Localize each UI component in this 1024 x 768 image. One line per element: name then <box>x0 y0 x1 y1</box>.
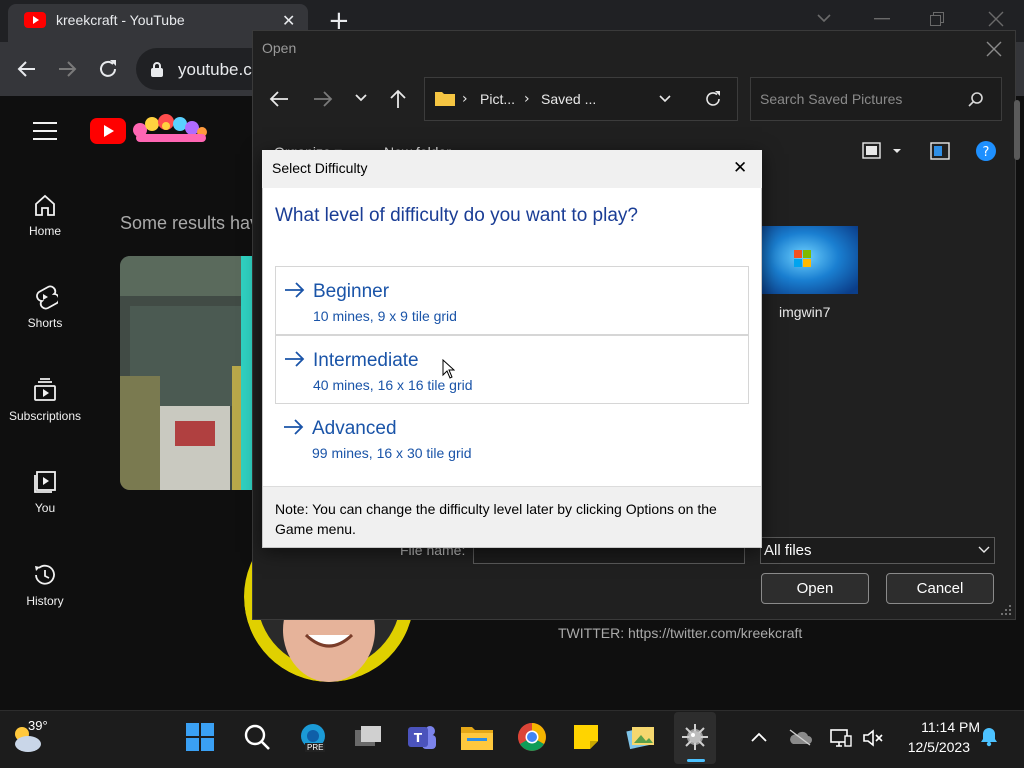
lock-icon[interactable] <box>150 61 164 77</box>
reload-icon[interactable] <box>96 57 120 81</box>
video-thumbnail-edge <box>241 256 252 490</box>
youtube-logo-icon[interactable] <box>90 118 126 144</box>
search-icon[interactable] <box>968 91 984 107</box>
breadcrumb-separator-icon: › <box>524 91 530 107</box>
nav-you[interactable]: You <box>0 469 90 515</box>
arrow-right-icon <box>285 351 305 367</box>
option-advanced[interactable]: Advanced 99 mines, 16 x 30 tile grid <box>275 404 749 473</box>
menu-icon[interactable] <box>32 121 58 141</box>
option-intermediate-label: Intermediate <box>313 350 419 371</box>
nav-you-label: You <box>34 501 56 515</box>
show-hidden-icons-icon[interactable] <box>751 731 767 743</box>
shorts-icon <box>36 285 58 310</box>
nav-subscriptions[interactable]: Subscriptions <box>0 377 90 423</box>
nav-history[interactable]: History <box>0 562 90 608</box>
open-back-icon[interactable] <box>268 89 290 109</box>
youtube-favicon-icon <box>24 12 46 28</box>
arrow-right-icon <box>285 282 305 298</box>
home-icon <box>35 194 55 216</box>
minimize-icon[interactable] <box>874 18 890 20</box>
option-intermediate-detail: 40 mines, 16 x 16 tile grid <box>313 377 473 393</box>
youtube-doodle-icon[interactable] <box>130 110 210 144</box>
file-thumbnail[interactable] <box>760 226 858 294</box>
file-name-label[interactable]: imgwin7 <box>779 304 830 320</box>
close-window-icon[interactable] <box>988 11 1004 27</box>
mouse-cursor-icon <box>442 359 455 379</box>
you-icon <box>34 471 56 493</box>
history-icon <box>35 564 55 585</box>
nav-home[interactable]: Home <box>0 192 90 238</box>
weather-temp[interactable]: 39° <box>28 718 48 733</box>
option-advanced-label: Advanced <box>312 418 397 439</box>
file-type-value: All files <box>764 542 812 559</box>
open-forward-icon[interactable] <box>312 89 334 109</box>
breadcrumb-pictures[interactable]: Pict... <box>480 91 515 107</box>
file-type-chevron-icon[interactable] <box>978 546 990 554</box>
clock-time[interactable]: 11:14 PM <box>890 719 980 735</box>
close-tab-icon[interactable]: ✕ <box>282 11 295 30</box>
open-dialog-title: Open <box>262 40 297 56</box>
subscriptions-icon <box>34 378 56 401</box>
browser-tab-title: kreekcraft - YouTube <box>56 12 185 28</box>
start-button-icon[interactable] <box>180 717 220 757</box>
file-explorer-icon[interactable] <box>457 717 497 757</box>
option-intermediate[interactable]: Intermediate 40 mines, 16 x 16 tile grid <box>275 335 749 404</box>
option-beginner-label: Beginner <box>313 281 390 302</box>
resize-grip-icon[interactable] <box>1000 604 1012 616</box>
recent-locations-icon[interactable] <box>354 92 368 104</box>
back-arrow-icon[interactable] <box>16 58 38 80</box>
difficulty-dialog-title: Select Difficulty <box>272 160 368 176</box>
cancel-button[interactable]: Cancel <box>886 573 994 604</box>
task-view-icon[interactable] <box>348 717 388 757</box>
pre-badge: PRE <box>305 743 326 752</box>
onedrive-icon[interactable] <box>788 728 812 746</box>
search-taskbar-icon[interactable] <box>237 717 277 757</box>
svg-text:?: ? <box>983 145 990 160</box>
option-beginner-detail: 10 mines, 9 x 9 tile grid <box>313 308 457 324</box>
address-bar-url: youtube.c <box>178 60 252 79</box>
difficulty-heading: What level of difficulty do you want to … <box>275 205 638 226</box>
restore-icon[interactable] <box>930 12 944 26</box>
nav-shorts[interactable]: Shorts <box>0 284 90 330</box>
option-beginner[interactable]: Beginner 10 mines, 9 x 9 tile grid <box>275 266 749 335</box>
help-icon[interactable]: ? <box>976 141 996 161</box>
forward-arrow-icon[interactable] <box>56 58 78 80</box>
network-icon[interactable] <box>830 728 852 748</box>
minesweeper-icon[interactable] <box>675 717 715 757</box>
breadcrumb-saved-pictures[interactable]: Saved ... <box>541 91 596 107</box>
notifications-bell-icon[interactable] <box>980 727 998 747</box>
nav-home-label: Home <box>28 224 61 238</box>
difficulty-note: Note: You can change the difficulty leve… <box>275 501 717 537</box>
tab-search-icon[interactable] <box>816 12 832 24</box>
folder-icon <box>435 90 455 106</box>
up-folder-icon[interactable] <box>388 88 408 110</box>
active-indicator <box>687 759 705 762</box>
breadcrumb-separator-icon: › <box>462 91 468 107</box>
difficulty-close-icon[interactable]: ✕ <box>733 158 747 178</box>
address-dropdown-icon[interactable] <box>658 94 672 104</box>
refresh-icon[interactable] <box>703 89 723 109</box>
chrome-icon[interactable] <box>512 717 552 757</box>
nav-history-label: History <box>26 594 64 608</box>
search-placeholder: Search Saved Pictures <box>760 91 903 107</box>
video-thumbnail[interactable] <box>120 256 252 490</box>
sticky-notes-icon[interactable] <box>566 717 606 757</box>
teams-icon[interactable]: T <box>402 717 442 757</box>
twitter-link[interactable]: TWITTER: https://twitter.com/kreekcraft <box>558 625 802 641</box>
preview-pane-icon[interactable] <box>930 142 950 160</box>
open-button[interactable]: Open <box>761 573 869 604</box>
svg-text:T: T <box>414 731 423 745</box>
view-options-icon[interactable] <box>862 142 902 160</box>
open-dialog-close-icon[interactable] <box>986 41 1002 57</box>
photos-app-icon[interactable] <box>621 717 661 757</box>
volume-muted-icon[interactable] <box>862 729 884 747</box>
clock-date[interactable]: 12/5/2023 <box>890 739 970 755</box>
results-notice: Some results hav <box>120 213 260 233</box>
nav-shorts-label: Shorts <box>27 316 63 330</box>
scrollbar-thumb[interactable] <box>1014 100 1020 160</box>
option-advanced-detail: 99 mines, 16 x 30 tile grid <box>312 445 472 461</box>
nav-subscriptions-label: Subscriptions <box>8 409 82 423</box>
arrow-right-icon <box>284 419 304 435</box>
